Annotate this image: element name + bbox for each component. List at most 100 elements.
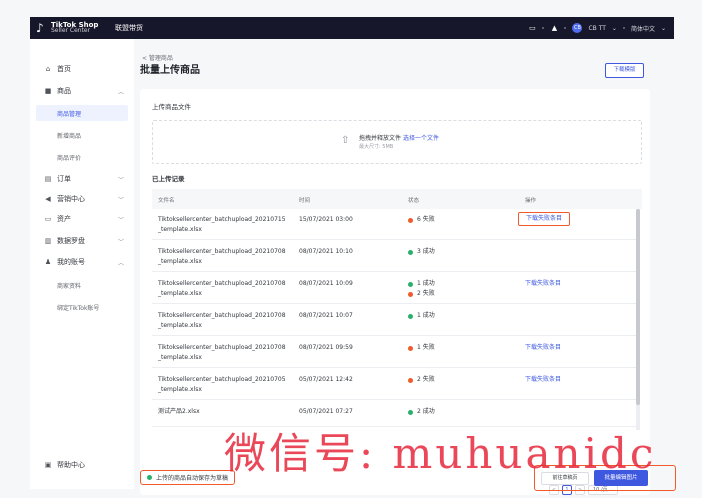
success-dot-icon	[408, 313, 413, 319]
file-name-line1: Tiktoksellercenter_batchupload_20210708	[158, 280, 286, 287]
upload-time: 05/07/2021 12:42	[299, 376, 353, 383]
download-failed-items-link[interactable]: 下载失败条目	[518, 212, 571, 226]
upload-status: 1 成功 2 失败	[408, 279, 435, 299]
sidebar-item-account[interactable]: ♟ 我的账号 ︿	[30, 254, 134, 270]
chevron-down-icon: ﹀	[117, 176, 124, 184]
avatar[interactable]: CB	[572, 23, 583, 33]
column-header-action: 操作	[525, 198, 537, 204]
success-dot-icon	[408, 249, 413, 255]
table-row: Tiktoksellercenter_batchupload_20210715 _…	[152, 209, 636, 240]
separator-dot	[622, 27, 625, 29]
fail-dot-icon	[408, 377, 413, 383]
sidebar-item-bind-tiktok[interactable]: 绑定TikTok账号	[30, 299, 134, 315]
status-line: 2 失败	[408, 289, 435, 299]
choose-file-link[interactable]: 选择一个文件	[403, 135, 439, 142]
upload-time: 08/07/2021 10:09	[299, 280, 353, 287]
column-header-filename: 文件名	[158, 198, 175, 204]
sidebar-item-label: 帮助中心	[57, 461, 85, 469]
file-name-line1: Tiktoksellercenter_batchupload_20210708	[158, 248, 286, 255]
file-name-line1: Tiktoksellercenter_batchupload_20210715	[158, 216, 286, 223]
status-line: 1 失败	[408, 343, 435, 353]
sidebar-item-assets[interactable]: ▭ 资产 ﹀	[30, 211, 134, 227]
box-icon: ■	[44, 87, 52, 95]
tiktok-shop-logo[interactable]: ♪ TikTok Shop Seller Center	[30, 21, 114, 35]
file-name: Tiktoksellercenter_batchupload_20210708 _…	[158, 343, 294, 363]
file-name: Tiktoksellercenter_batchupload_20210708 _…	[158, 247, 294, 267]
upload-status: 2 成功	[408, 407, 435, 417]
status-line: 3 成功	[408, 247, 435, 257]
wallet-icon: ▭	[44, 215, 52, 223]
table-header: 文件名 时间 状态 操作	[152, 189, 642, 209]
status-line: 2 失败	[408, 375, 435, 385]
chevron-down-icon: ⌄	[660, 24, 666, 32]
account-name[interactable]: CB TT	[588, 25, 605, 32]
status-text: 1 成功	[417, 312, 435, 319]
sidebar-item-data[interactable]: ▥ 数据罗盘 ﹀	[30, 233, 134, 249]
status-text: 1 失败	[417, 344, 435, 351]
sidebar-item-label: 数据罗盘	[57, 237, 85, 245]
upload-time: 08/07/2021 10:07	[299, 312, 353, 319]
upload-section-title: 上传商品文件	[152, 103, 191, 111]
scrollbar-thumb[interactable]	[636, 209, 640, 405]
app-title: 联盟带货	[115, 24, 143, 32]
sidebar-item-home[interactable]: ⌂ 首页	[30, 61, 134, 77]
sidebar-item-product[interactable]: ■ 商品 ︿	[30, 83, 134, 99]
language-switch[interactable]: 简体中文	[631, 24, 655, 33]
file-name: 测试产品2.xlsx	[158, 407, 294, 417]
status-text: 2 失败	[417, 290, 435, 297]
file-name-line2: _template.xlsx	[158, 322, 202, 329]
file-name-line2: _template.xlsx	[158, 226, 202, 233]
status-text: 3 成功	[417, 248, 435, 255]
status-line: 1 成功	[408, 279, 435, 289]
download-failed-items-link[interactable]: 下载失败条目	[525, 375, 561, 385]
file-name-line1: Tiktoksellercenter_batchupload_20210708	[158, 344, 286, 351]
status-text: 1 成功	[417, 280, 435, 287]
sidebar-item-label: 商品	[57, 87, 71, 95]
success-dot-icon	[147, 475, 152, 480]
table-row: Tiktoksellercenter_batchupload_20210708 _…	[152, 273, 636, 304]
sidebar-item-merchant-info[interactable]: 商家资料	[30, 277, 134, 293]
file-name-line1: Tiktoksellercenter_batchupload_20210708	[158, 312, 286, 319]
sidebar-item-label: 营销中心	[57, 195, 85, 203]
upload-status: 1 失败	[408, 343, 435, 353]
upload-status: 2 失败	[408, 375, 435, 385]
file-name: Tiktoksellercenter_batchupload_20210708 _…	[158, 311, 294, 331]
sidebar-item-marketing[interactable]: ◀ 营销中心 ﹀	[30, 191, 134, 207]
sidebar-item-product-manage[interactable]: 商品管理	[36, 105, 128, 121]
file-name-line2: _template.xlsx	[158, 386, 202, 393]
sidebar-item-label: 我的账号	[57, 258, 85, 266]
message-icon[interactable]: ▭	[528, 24, 536, 32]
chart-icon: ▥	[44, 237, 52, 245]
status-text: 2 失败	[417, 376, 435, 383]
table-row: Tiktoksellercenter_batchupload_20210708 _…	[152, 305, 636, 336]
table-row: Tiktoksellercenter_batchupload_20210708 _…	[152, 337, 636, 368]
sidebar-item-help[interactable]: ▣ 帮助中心	[30, 457, 134, 473]
sidebar-item-order[interactable]: ▤ 订单 ﹀	[30, 171, 134, 187]
download-failed-items-link[interactable]: 下载失败条目	[525, 343, 561, 353]
upload-time: 15/07/2021 03:00	[299, 216, 353, 223]
table-row: Tiktoksellercenter_batchupload_20210705 _…	[152, 369, 636, 400]
sidebar-item-product-review[interactable]: 商品评价	[30, 149, 134, 165]
sidebar-item-product-add[interactable]: 新增商品	[30, 127, 134, 143]
separator-dot	[564, 27, 567, 29]
fail-dot-icon	[408, 217, 413, 223]
upload-time: 08/07/2021 09:59	[299, 344, 353, 351]
file-name-line2: _template.xlsx	[158, 258, 202, 265]
top-bar: ♪ TikTok Shop Seller Center 联盟带货 ▭ ▲ CB …	[30, 17, 674, 39]
file-name-line2: _template.xlsx	[158, 290, 202, 297]
download-failed-items-link[interactable]: 下载失败条目	[525, 279, 561, 289]
upload-icon: ⇧	[341, 135, 350, 146]
order-icon: ▤	[44, 175, 52, 183]
file-dropzone[interactable]: ⇧ 拖拽并释放文件 选择一个文件 最大尺寸: 5MB	[152, 120, 642, 164]
column-header-status: 状态	[408, 198, 420, 204]
bell-icon[interactable]: ▲	[550, 24, 558, 32]
table-scrollbar[interactable]	[636, 209, 640, 430]
download-template-button[interactable]: 下载模版	[605, 63, 644, 78]
column-header-time: 时间	[299, 198, 311, 204]
tiktok-logo-icon: ♪	[36, 21, 44, 35]
home-icon: ⌂	[45, 65, 51, 73]
chevron-up-icon: ︿	[117, 259, 124, 267]
status-text: 2 成功	[417, 408, 435, 415]
chevron-down-icon: ﹀	[117, 238, 124, 246]
page-title: 批量上传商品	[140, 65, 200, 76]
